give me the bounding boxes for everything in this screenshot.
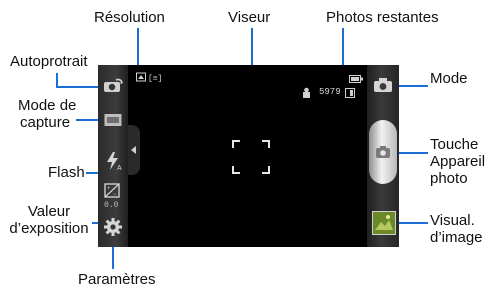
label-settings: Paramètres: [78, 271, 156, 288]
label-self-portrait: Autoprotrait: [10, 53, 88, 70]
label-remaining-photos: Photos restantes: [326, 9, 439, 26]
camera-mode-icon[interactable]: [373, 77, 393, 98]
viewfinder-focus-frame: [232, 140, 270, 179]
right-control-bar: [367, 65, 399, 247]
battery-icon: [349, 70, 363, 88]
label-exposure-line2: d’exposition: [9, 220, 89, 237]
label-shutter-line3: photo: [430, 170, 468, 187]
label-capture-mode: Mode de capture: [18, 97, 76, 131]
svg-text:[≡]: [≡]: [148, 75, 162, 83]
callout-line-image-viewer: [399, 222, 428, 224]
label-shutter: Touche Appareil photo: [430, 136, 485, 187]
label-mode: Mode: [430, 70, 468, 87]
left-control-bar: A + − 0.0: [98, 65, 128, 247]
camera-screen: A + − 0.0 [≡] 5979: [98, 65, 399, 247]
svg-text:A: A: [117, 165, 122, 171]
label-capture-mode-line2: capture: [20, 114, 71, 131]
shutter-button[interactable]: [369, 120, 397, 184]
gear-icon[interactable]: [103, 217, 123, 242]
svg-text:+: +: [107, 186, 111, 192]
label-shutter-line2: Appareil: [430, 153, 486, 170]
chevron-left-icon: [131, 146, 136, 154]
toolbar-collapse-tab[interactable]: [128, 125, 140, 175]
exposure-value: 0.0: [104, 201, 119, 210]
svg-text:−: −: [113, 192, 117, 198]
capture-mode-icon[interactable]: [104, 113, 122, 132]
flash-auto-icon[interactable]: A: [104, 151, 124, 176]
label-exposure-line1: Valeur: [27, 203, 71, 220]
label-image-viewer-line2: d’image: [430, 229, 483, 246]
label-capture-mode-line1: Mode de: [18, 97, 77, 114]
label-image-viewer-line1: Visual.: [430, 212, 475, 229]
shutter-camera-icon: [376, 146, 390, 158]
label-resolution: Résolution: [94, 9, 165, 26]
callout-line-self-portrait-h: [56, 86, 104, 88]
label-flash: Flash: [48, 164, 85, 181]
label-exposure: Valeur d’exposition: [4, 203, 94, 237]
resolution-icon[interactable]: [≡]: [136, 69, 162, 87]
callout-line-mode: [398, 85, 428, 87]
storage-icon: [302, 85, 311, 103]
label-shutter-line1: Touche: [430, 136, 479, 153]
self-portrait-icon[interactable]: [102, 77, 124, 100]
callout-line-self-portrait-v: [56, 73, 58, 87]
remaining-photos-count: 5979: [319, 87, 341, 97]
image-viewer-thumbnail[interactable]: [372, 211, 396, 235]
label-image-viewer: Visual. d’image: [430, 212, 483, 246]
callout-line-shutter: [399, 152, 428, 154]
label-viewfinder: Viseur: [228, 9, 271, 26]
